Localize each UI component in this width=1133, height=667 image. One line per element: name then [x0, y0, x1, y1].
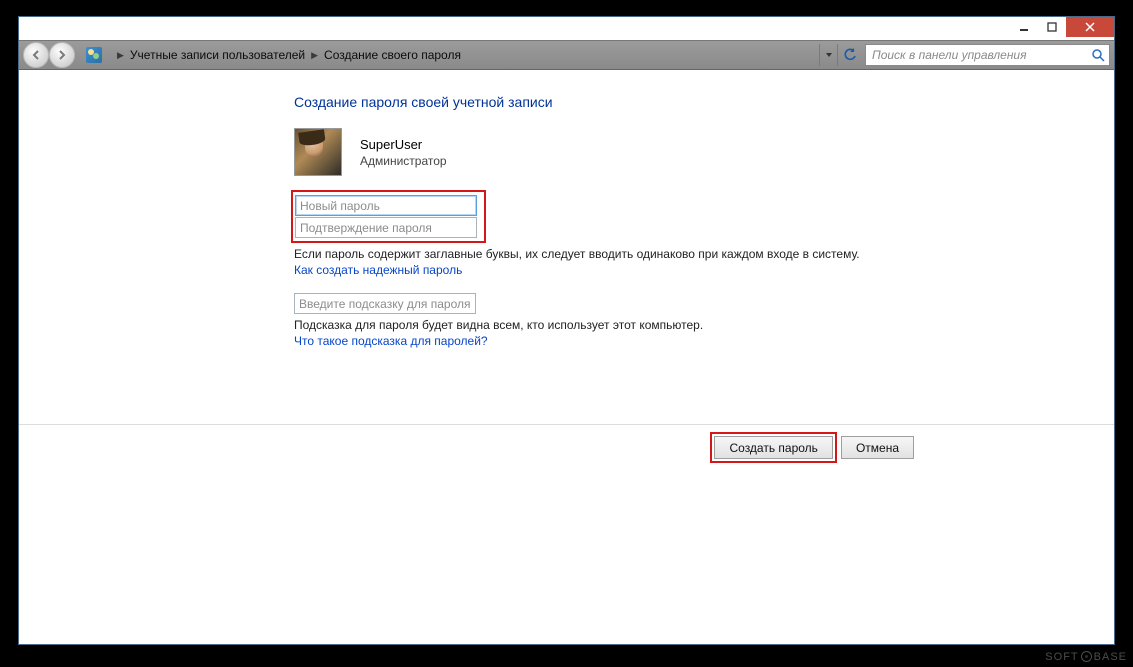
hint-note: Подсказка для пароля будет видна всем, к… [294, 318, 894, 332]
navigation-toolbar: ▶ Учетные записи пользователей ▶ Создани… [19, 40, 1114, 70]
maximize-button[interactable] [1038, 17, 1066, 37]
confirm-password-input[interactable] [295, 217, 477, 238]
footer-buttons: Создать пароль Отмена [714, 436, 914, 459]
breadcrumb-dropdown[interactable] [819, 44, 837, 66]
search-box[interactable] [865, 44, 1110, 66]
user-name-label: SuperUser [360, 137, 447, 152]
refresh-button[interactable] [837, 44, 861, 66]
breadcrumb-item-accounts[interactable]: Учетные записи пользователей [130, 48, 305, 62]
content-area: Создание пароля своей учетной записи Sup… [19, 70, 1114, 645]
search-icon[interactable] [1091, 48, 1105, 62]
hint-help-link[interactable]: Что такое подсказка для паролей? [294, 334, 1114, 348]
breadcrumb-item-create-password[interactable]: Создание своего пароля [324, 48, 461, 62]
page-title: Создание пароля своей учетной записи [294, 94, 1114, 110]
title-bar [19, 17, 1114, 40]
create-password-button[interactable]: Создать пароль [714, 436, 832, 459]
user-accounts-icon [85, 46, 103, 64]
user-info: SuperUser Администратор [294, 128, 1114, 176]
chevron-right-icon: ▶ [117, 50, 124, 61]
watermark: SOFT BASE [1045, 651, 1127, 663]
avatar [294, 128, 342, 176]
window-frame: ▶ Учетные записи пользователей ▶ Создани… [18, 16, 1115, 645]
watermark-right: BASE [1094, 651, 1127, 663]
watermark-left: SOFT [1045, 651, 1078, 663]
caps-note: Если пароль содержит заглавные буквы, их… [294, 247, 894, 261]
chevron-right-icon: ▶ [311, 50, 318, 61]
strong-password-link[interactable]: Как создать надежный пароль [294, 263, 1114, 277]
separator [19, 424, 1114, 425]
watermark-logo-icon [1081, 651, 1092, 662]
back-button[interactable] [23, 42, 49, 68]
cancel-button[interactable]: Отмена [841, 436, 914, 459]
forward-button[interactable] [49, 42, 75, 68]
breadcrumb[interactable]: ▶ Учетные записи пользователей ▶ Создани… [107, 44, 819, 66]
search-input[interactable] [870, 47, 1091, 63]
password-fields-highlight [291, 190, 486, 243]
minimize-button[interactable] [1010, 17, 1038, 37]
close-button[interactable] [1066, 17, 1114, 37]
password-hint-input[interactable] [294, 293, 476, 314]
user-role-label: Администратор [360, 154, 447, 168]
new-password-input[interactable] [295, 195, 477, 216]
